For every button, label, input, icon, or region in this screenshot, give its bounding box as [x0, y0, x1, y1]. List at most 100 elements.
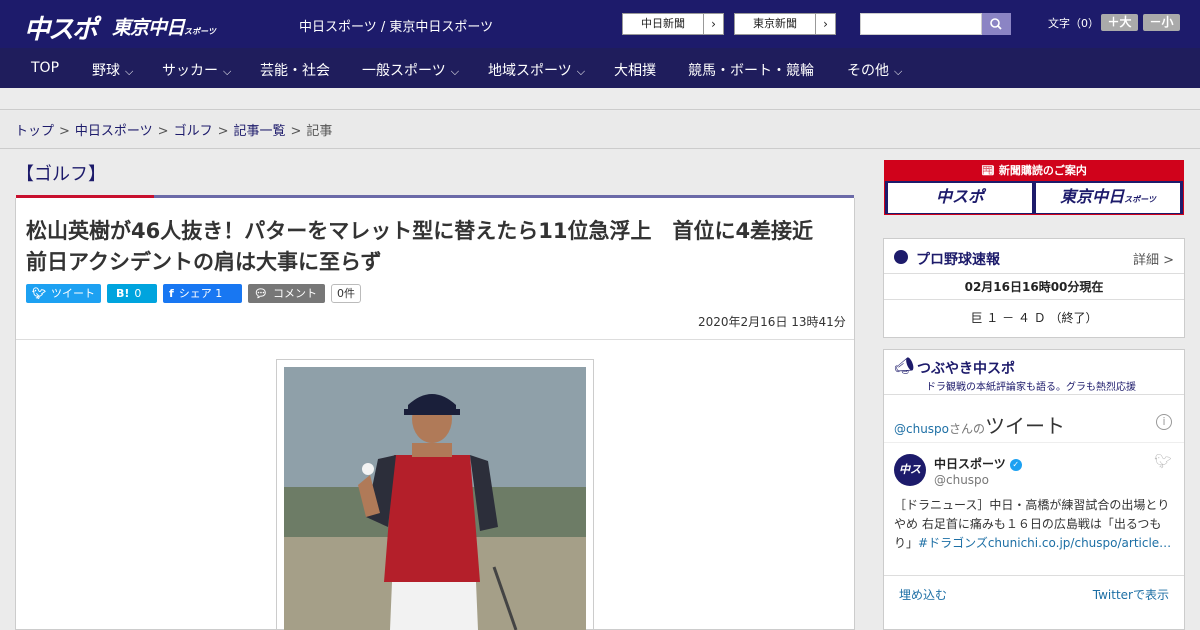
font-increase-button[interactable]: ＋大 [1101, 14, 1138, 31]
nav-top[interactable]: TOP [31, 60, 59, 76]
breadcrumb-separator: > [59, 124, 70, 139]
subscribe-tokyo-chunichi-button[interactable]: 東京中日スポーツ [1036, 183, 1180, 213]
nav-racing[interactable]: 競馬・ボート・競輪 [688, 60, 814, 80]
nav-label: TOP [31, 60, 60, 76]
nav-label: 競馬・ボート・競輪 [688, 63, 814, 79]
tokyo-chunichi-logo-sub: スポーツ [184, 27, 216, 36]
baseball-icon [894, 250, 908, 264]
tweet-author-handle[interactable]: @chuspo [934, 473, 989, 487]
subscription-banner-title: 📰︎ 新聞購読のご案内 [885, 161, 1183, 181]
chevron-down-icon: ⌵ [125, 65, 134, 78]
tweet-author-label: 中日スポーツ [934, 457, 1006, 471]
chevron-down-icon: ⌵ [450, 65, 460, 78]
nav-label: 一般スポーツ [362, 63, 446, 79]
tweet-author-name[interactable]: 中日スポーツ ✓ [934, 455, 1022, 472]
golfer-illustration [284, 367, 586, 630]
newspaper-icon: 📰︎ [981, 164, 999, 177]
breadcrumb-top[interactable]: トップ [15, 124, 54, 139]
article-photo[interactable] [284, 367, 586, 630]
chuspo-logo[interactable]: 中スポ [24, 9, 98, 46]
nav-entertainment[interactable]: 芸能・社会 [260, 60, 330, 80]
nav-other[interactable]: その他 ⌵ [847, 60, 902, 80]
chunichi-shimbun-link[interactable]: 中日新聞 › [622, 13, 724, 35]
breadcrumb-separator: > [217, 124, 229, 139]
subscribe-tokyo-sub: スポーツ [1124, 195, 1156, 204]
megaphone-icon: 📣︎ [894, 356, 915, 375]
subscription-banner: 📰︎ 新聞購読のご案内 中スポ 東京中日スポーツ [884, 160, 1184, 215]
search-input[interactable] [860, 13, 982, 35]
search-icon [990, 18, 1002, 30]
tokyo-shimbun-link[interactable]: 東京新聞 › [734, 13, 836, 35]
nav-label: その他 [847, 63, 889, 79]
nav-soccer[interactable]: サッカー ⌵ [162, 60, 231, 80]
breadcrumb: トップ > 中日スポーツ > ゴルフ > 記事一覧 > 記事 [0, 111, 1200, 149]
article-headline: 松山英樹が46人抜き！パターをマレット型に替えたら11位急浮上 首位に4差接近 … [26, 219, 835, 274]
baseball-score[interactable]: 巨 １ － ４ Ｄ （終了） [884, 300, 1184, 336]
breadcrumb-current: 記事 [306, 124, 333, 139]
comment-button[interactable]: 💬︎ コメント [248, 284, 325, 303]
twitter-bird-icon[interactable]: 🐦︎ [1154, 454, 1172, 470]
view-on-twitter-link[interactable]: Twitterで表示 [1093, 586, 1169, 603]
comment-icon: 💬︎ [254, 287, 268, 300]
twitter-bird-icon: 🐦︎ [32, 287, 46, 300]
ad-strip [0, 88, 1200, 110]
tweet-button[interactable]: 🐦︎ ツイート [26, 284, 101, 303]
baseball-header: プロ野球速報 詳細 > [884, 239, 1184, 274]
baseball-detail-link[interactable]: 詳細 > [1133, 249, 1174, 268]
ext-link-label: 東京新聞 [753, 17, 797, 30]
comment-count: 0件 [331, 284, 361, 303]
comment-label: コメント [272, 287, 317, 300]
hatena-icon: B! [116, 287, 130, 300]
nav-label: 大相撲 [614, 63, 656, 79]
nav-general-sports[interactable]: 一般スポーツ ⌵ [362, 60, 459, 80]
nav-label: 野球 [92, 63, 120, 79]
subscribe-chuspo-button[interactable]: 中スポ [888, 183, 1032, 213]
handle-suffix: さんの [949, 422, 986, 436]
breadcrumb-article-list[interactable]: 記事一覧 [234, 124, 286, 139]
nav-baseball[interactable]: 野球 ⌵ [92, 60, 133, 80]
font-decrease-button[interactable]: －小 [1143, 14, 1180, 31]
baseball-title: プロ野球速報 [916, 252, 1000, 268]
top-header: 中スポ 東京中日スポーツ 中日スポーツ / 東京中日スポーツ 中日新聞 › 東京… [0, 0, 1200, 48]
tweets-heading: ツイート [985, 414, 1066, 438]
tweet-label: ツイート [50, 287, 95, 300]
chevron-right-icon: › [703, 14, 723, 34]
facebook-icon: f [169, 287, 174, 300]
twitter-timeline-heading: @chuspoさんのツイート [894, 410, 1065, 439]
twitter-handle-link[interactable]: @chuspo [894, 422, 949, 436]
facebook-label: シェア [178, 287, 212, 300]
main-nav: TOP 野球 ⌵ サッカー ⌵ 芸能・社会 一般スポーツ ⌵ 地域スポーツ ⌵ 大相撲 … [0, 48, 1200, 88]
avatar[interactable]: 中スポ [894, 454, 926, 508]
breadcrumb-separator: > [157, 124, 169, 139]
font-size-label: 文字（0） [1048, 17, 1099, 30]
divider [884, 575, 1184, 576]
nav-sumo[interactable]: 大相撲 [614, 60, 656, 80]
hatena-bookmark-button[interactable]: B! 0 [107, 284, 157, 303]
breadcrumb-golf[interactable]: ゴルフ [174, 124, 213, 139]
site-links[interactable]: 中日スポーツ / 東京中日スポーツ [299, 16, 493, 35]
category-title: 【ゴルフ】 [16, 164, 106, 185]
chevron-right-icon: › [815, 14, 835, 34]
tweet-text: ［ドラニュース］中日・高橋が練習試合の出場とりやめ 右足首に痛みも１６日の広島戦… [894, 496, 1176, 553]
facebook-share-button[interactable]: f シェア 1 [163, 284, 242, 303]
baseball-scores-box: プロ野球速報 詳細 > 02月16日16時00分現在 巨 １ － ４ Ｄ （終了… [883, 238, 1185, 338]
chevron-down-icon: ⌵ [894, 65, 903, 78]
facebook-count: 1 [215, 287, 223, 300]
article-divider [16, 339, 854, 340]
tweet-link[interactable]: #ドラゴンズchunichi.co.jp/chuspo/article… [918, 536, 1171, 550]
ext-link-label: 中日新聞 [641, 17, 685, 30]
subscribe-tokyo-label: 東京中日 [1060, 187, 1125, 206]
info-icon[interactable]: i [1156, 414, 1172, 430]
breadcrumb-chunichi-sports[interactable]: 中日スポーツ [75, 124, 153, 139]
nav-label: サッカー [162, 63, 218, 79]
embed-link[interactable]: 埋め込む [899, 586, 947, 603]
verified-icon: ✓ [1009, 458, 1022, 471]
chevron-down-icon: ⌵ [223, 65, 232, 78]
search-button[interactable] [982, 13, 1011, 35]
chevron-down-icon: ⌵ [576, 65, 586, 78]
nav-label: 地域スポーツ [488, 63, 572, 79]
nav-local-sports[interactable]: 地域スポーツ ⌵ [488, 60, 585, 80]
tokyo-chunichi-logo[interactable]: 東京中日スポーツ [112, 13, 216, 40]
tokyo-chunichi-logo-text: 東京中日 [112, 17, 185, 39]
twitter-widget-title: つぶやき中スポ [917, 361, 1015, 377]
